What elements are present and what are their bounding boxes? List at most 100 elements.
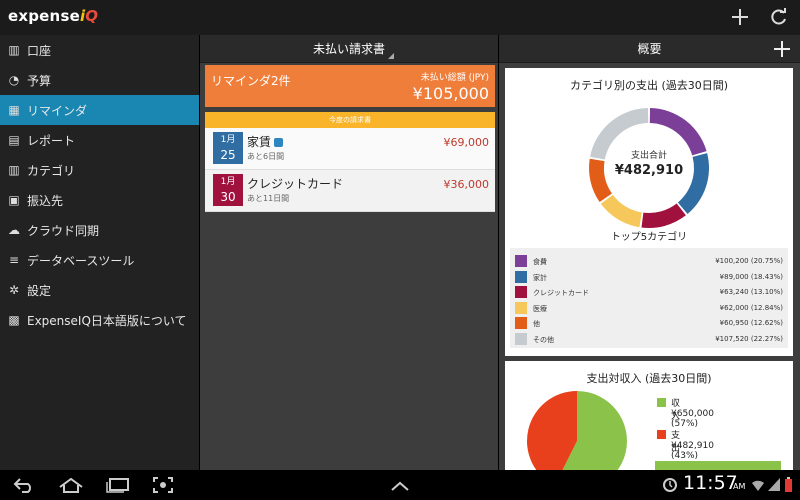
back-icon[interactable] bbox=[12, 474, 36, 499]
alarm-icon bbox=[662, 474, 678, 499]
donut-slice bbox=[641, 203, 686, 228]
calendar-icon: ▦ bbox=[8, 103, 20, 117]
chevron-up-icon[interactable] bbox=[390, 474, 410, 498]
legend-swatch bbox=[515, 332, 527, 345]
bill-name: クレジットカード bbox=[247, 177, 344, 191]
legend-swatch bbox=[515, 286, 527, 298]
upcoming-bills-header: 今度の請求書 bbox=[205, 112, 495, 128]
sidebar-item-label: データベースツール bbox=[27, 253, 135, 268]
income-vs-expense-card[interactable]: 支出対収入 (過去30日間) 収入 ¥650,000 (57%) 支出 ¥482,91… bbox=[505, 361, 793, 471]
add-icon[interactable] bbox=[727, 4, 753, 30]
sidebar-item[interactable]: ▤ レポート bbox=[0, 125, 199, 155]
bills-panel: 未払い請求書 リマインダ2件 未払い総額 (JPY) ¥105,000 今度の請… bbox=[200, 35, 498, 470]
legend-row: クレジットカード ¥63,240 (13.10%) bbox=[515, 284, 783, 300]
income-legend-swatch bbox=[657, 398, 666, 407]
screenshot-icon[interactable] bbox=[152, 474, 174, 500]
legend-swatch bbox=[515, 317, 527, 329]
legend-row: 家計 ¥89,000 (18.43%) bbox=[515, 269, 783, 285]
unpaid-total-amount: ¥105,000 bbox=[412, 84, 489, 103]
legend-row: 他 ¥60,950 (12.62%) bbox=[515, 315, 783, 331]
sidebar-item[interactable]: ☁ クラウド同期 bbox=[0, 215, 199, 245]
income-legend-swatch bbox=[657, 430, 666, 439]
database-icon: ≡ bbox=[8, 253, 20, 267]
bill-item[interactable]: 1月 25 家賃あと6日間 ¥69,000 bbox=[205, 128, 495, 170]
bill-day: 30 bbox=[220, 190, 236, 204]
bills-header[interactable]: 未払い請求書 bbox=[200, 35, 498, 63]
settings-icon: ✲ bbox=[8, 283, 20, 297]
category-icon: ▥ bbox=[8, 163, 20, 177]
wifi-icon bbox=[751, 474, 765, 498]
report-icon: ▤ bbox=[8, 133, 20, 147]
clock-ampm: AM bbox=[733, 482, 746, 491]
app-logo: expenseiQ bbox=[8, 7, 98, 25]
sidebar-item-label: クラウド同期 bbox=[27, 223, 100, 238]
overview-title: 概要 bbox=[637, 42, 662, 56]
signal-icon bbox=[768, 474, 780, 498]
budget-icon: ◔ bbox=[8, 73, 20, 87]
bill-date-badge: 1月 30 bbox=[213, 174, 243, 206]
bill-month: 1月 bbox=[220, 135, 236, 145]
action-bar: expenseiQ bbox=[0, 0, 800, 35]
clock-time: 11:57 bbox=[683, 472, 738, 494]
legend-value: ¥107,520 (22.27%) bbox=[715, 334, 783, 343]
income-legend-value: ¥482,910 (43%) bbox=[671, 441, 714, 461]
home-icon[interactable] bbox=[58, 474, 84, 499]
bill-amount: ¥36,000 bbox=[443, 178, 490, 191]
add-widget-icon[interactable] bbox=[774, 35, 790, 65]
system-navigation-bar: 11:57 AM bbox=[0, 470, 800, 500]
sidebar-item[interactable]: ▥ 口座 bbox=[0, 35, 199, 65]
legend-value: ¥63,240 (13.10%) bbox=[719, 288, 783, 296]
sidebar-item-label: 予算 bbox=[27, 73, 52, 88]
sidebar-item-label: カテゴリ bbox=[27, 163, 76, 178]
bill-month: 1月 bbox=[220, 177, 236, 187]
legend-value: ¥62,000 (12.84%) bbox=[719, 303, 783, 312]
sidebar-item[interactable]: ◔ 予算 bbox=[0, 65, 199, 95]
bill-item[interactable]: 1月 30 クレジットカード あと11日間 ¥36,000 bbox=[205, 170, 495, 212]
bill-due: あと6日間 bbox=[247, 152, 285, 161]
reminder-summary[interactable]: リマインダ2件 未払い総額 (JPY) ¥105,000 bbox=[205, 65, 495, 107]
logo-text: expense bbox=[8, 7, 80, 25]
sidebar-item[interactable]: ▦ リマインダ bbox=[0, 95, 199, 125]
refresh-icon[interactable] bbox=[766, 4, 792, 30]
reminder-count: リマインダ2件 bbox=[211, 74, 291, 88]
legend-swatch bbox=[515, 270, 527, 283]
legend-value: ¥100,200 (20.75%) bbox=[715, 257, 783, 265]
legend-swatch bbox=[515, 301, 527, 314]
sidebar-item-label: レポート bbox=[27, 133, 76, 148]
donut-slice bbox=[600, 194, 642, 228]
donut-center-value: ¥482,910 bbox=[614, 163, 684, 178]
legend-swatch bbox=[515, 255, 527, 267]
sidebar-item-label: 設定 bbox=[27, 283, 52, 298]
legend-name: 食費 bbox=[533, 258, 547, 266]
app-icon: ▩ bbox=[8, 313, 20, 327]
donut-center-label: 支出合計 bbox=[630, 151, 667, 161]
income-pie-chart bbox=[527, 391, 627, 470]
sync-icon bbox=[274, 138, 284, 147]
bill-name: 家賃 bbox=[247, 133, 284, 150]
legend-row: その他 ¥107,520 (22.27%) bbox=[515, 331, 783, 347]
sidebar-item[interactable]: ▥ カテゴリ bbox=[0, 155, 199, 185]
bills-title: 未払い請求書 bbox=[312, 42, 385, 56]
bill-amount: ¥69,000 bbox=[443, 136, 490, 149]
spending-by-category-card[interactable]: カテゴリ別の支出 (過去30日間) 支出合計 ¥482,910 トップ5カテゴリ… bbox=[505, 68, 793, 356]
sidebar-item-label: リマインダ bbox=[27, 103, 88, 118]
legend-name: 医療 bbox=[533, 304, 547, 313]
sidebar-item[interactable]: ▣ 振込先 bbox=[0, 185, 199, 215]
legend-name: 家計 bbox=[533, 273, 547, 282]
recent-apps-icon[interactable] bbox=[106, 474, 130, 499]
sidebar-item[interactable]: ✲ 設定 bbox=[0, 275, 199, 305]
legend-name: その他 bbox=[533, 335, 554, 344]
bill-day: 25 bbox=[220, 148, 236, 162]
overview-panel: 概要 カテゴリ別の支出 (過去30日間) 支出合計 ¥482,910 トップ5カ… bbox=[499, 35, 800, 471]
sidebar-item[interactable]: ▩ ExpenseIQ日本語版について bbox=[0, 305, 199, 335]
sidebar-item-label: ExpenseIQ日本語版について bbox=[27, 313, 187, 328]
bill-due: あと11日間 bbox=[247, 194, 290, 203]
logo-iq: iQ bbox=[79, 7, 99, 25]
payee-icon: ▣ bbox=[8, 193, 20, 207]
legend-row: 食費 ¥100,200 (20.75%) bbox=[515, 253, 783, 269]
unpaid-total-label: 未払い総額 (JPY) bbox=[420, 73, 489, 83]
battery-icon bbox=[783, 474, 793, 499]
sidebar-item[interactable]: ≡ データベースツール bbox=[0, 245, 199, 275]
legend-row: 医療 ¥62,000 (12.84%) bbox=[515, 300, 783, 316]
legend-name: 他 bbox=[533, 320, 540, 328]
